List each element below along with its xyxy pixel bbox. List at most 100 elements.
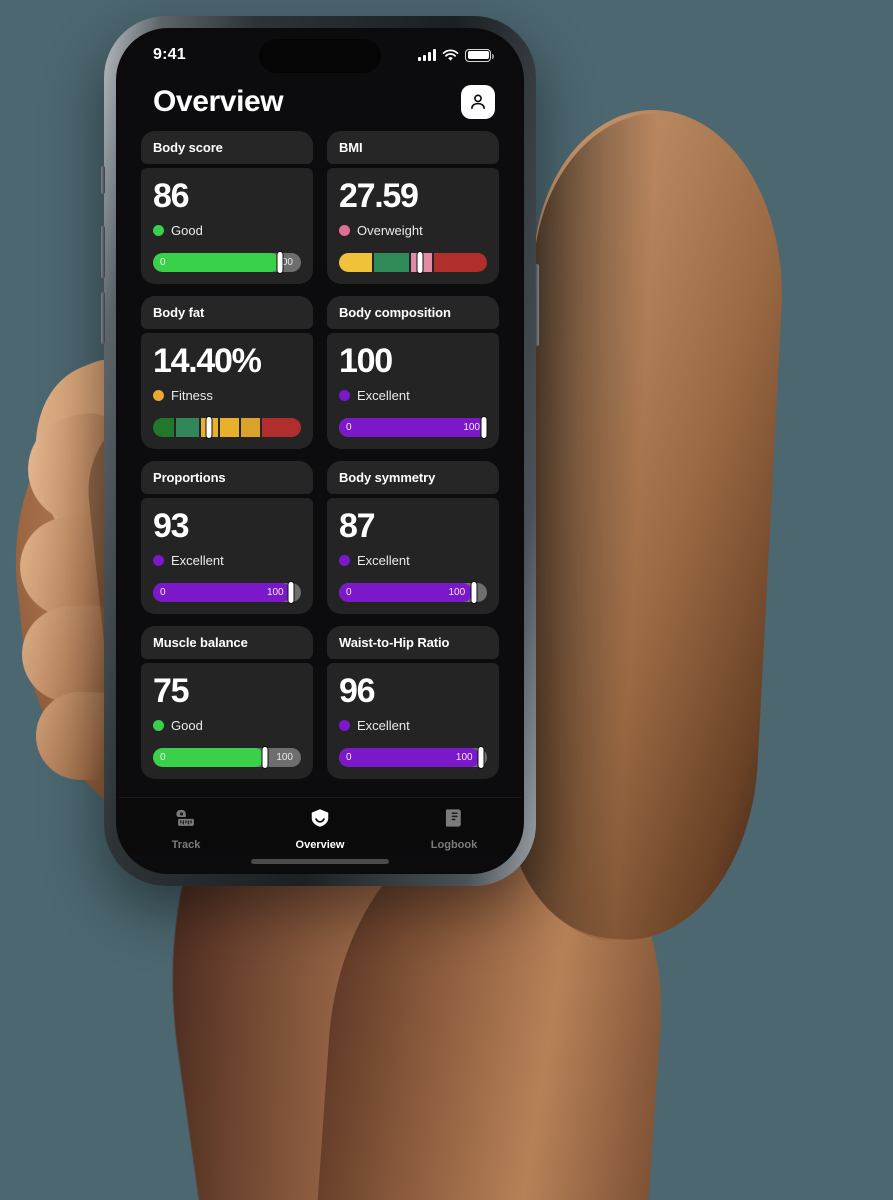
metrics-scroll-area[interactable]: Body score 86 Good 0 100 BMI 27.59 Overweight Bo… xyxy=(119,131,521,797)
status-dot-icon xyxy=(153,389,164,401)
progress-min-label: 0 xyxy=(346,587,352,598)
dynamic-island xyxy=(259,39,381,73)
progress-marker[interactable] xyxy=(276,251,284,274)
metric-card-body: 86 Good 0 100 xyxy=(141,168,313,284)
metric-progress-bar[interactable]: 0 100 xyxy=(153,581,301,604)
metric-card[interactable]: Proportions 93 Excellent 0 100 xyxy=(141,461,313,614)
metric-card[interactable]: Body composition 100 Excellent 0 100 xyxy=(327,296,499,449)
metric-card[interactable]: Waist-to-Hip Ratio 96 Excellent 0 100 xyxy=(327,626,499,779)
progress-segment xyxy=(373,253,410,272)
profile-button[interactable] xyxy=(461,85,495,119)
tab-label: Overview xyxy=(295,839,345,851)
torso-shield-icon xyxy=(309,807,331,834)
metric-progress-bar[interactable]: 0 100 xyxy=(339,746,487,769)
tab-label: Track xyxy=(171,839,201,851)
progress-fill: 0 xyxy=(153,253,281,272)
progress-marker[interactable] xyxy=(480,416,488,439)
progress-marker[interactable] xyxy=(205,416,213,439)
metric-card-body: 75 Good 0 100 xyxy=(141,663,313,779)
progress-max-label: 100 xyxy=(448,587,466,598)
status-dot-icon xyxy=(153,554,164,566)
progress-min-label: 0 xyxy=(160,587,166,598)
metric-status-row: Overweight xyxy=(339,223,487,238)
status-dot-icon xyxy=(339,224,350,236)
progress-fill: 0 100 xyxy=(339,748,480,767)
progress-marker[interactable] xyxy=(261,746,269,769)
status-bar-indicators xyxy=(418,48,494,62)
metric-card-title: Proportions xyxy=(141,461,313,494)
metric-progress-bar[interactable]: 0 100 xyxy=(339,416,488,439)
status-dot-icon xyxy=(339,719,350,731)
metric-status-row: Excellent xyxy=(339,388,487,403)
metric-progress-bar[interactable] xyxy=(153,416,301,439)
metric-card-title: Body score xyxy=(141,131,313,164)
status-dot-icon xyxy=(339,389,350,401)
wifi-icon xyxy=(442,48,459,61)
metric-status-row: Excellent xyxy=(339,718,487,733)
progress-min-label: 0 xyxy=(160,752,166,763)
metric-value: 100 xyxy=(339,342,393,380)
status-dot-icon xyxy=(153,719,164,731)
progress-marker[interactable] xyxy=(470,581,478,604)
metric-card[interactable]: Body symmetry 87 Excellent 0 100 xyxy=(327,461,499,614)
tab-overview[interactable]: Overview xyxy=(253,807,387,851)
metric-status-row: Excellent xyxy=(153,553,301,568)
book-icon xyxy=(443,807,465,834)
silent-switch[interactable] xyxy=(101,166,105,194)
metric-value: 14.40% xyxy=(153,342,262,380)
metrics-grid: Body score 86 Good 0 100 BMI 27.59 Overweight Bo… xyxy=(141,131,499,779)
metric-status-label: Good xyxy=(171,717,203,733)
metric-card[interactable]: Body score 86 Good 0 100 xyxy=(141,131,313,284)
metric-card-body: 96 Excellent 0 100 xyxy=(327,663,499,779)
progress-marker[interactable] xyxy=(477,746,485,769)
metric-card[interactable]: Muscle balance 75 Good 0 100 xyxy=(141,626,313,779)
progress-max-label: 100 xyxy=(276,752,293,763)
progress-fill: 0 xyxy=(153,748,264,767)
progress-segment xyxy=(241,418,261,437)
metric-progress-bar[interactable]: 0 100 xyxy=(339,581,487,604)
tab-track[interactable]: Track xyxy=(119,807,253,851)
tab-logbook[interactable]: Logbook xyxy=(387,807,521,851)
metric-card[interactable]: BMI 27.59 Overweight xyxy=(327,131,499,284)
progress-fill: 0 100 xyxy=(339,583,473,602)
progress-max-label: 100 xyxy=(455,752,473,763)
progress-fill: 0 100 xyxy=(153,583,291,602)
progress-marker[interactable] xyxy=(416,251,424,274)
metric-status-label: Good xyxy=(171,222,203,238)
metric-status-label: Overweight xyxy=(357,222,423,238)
metric-value: 96 xyxy=(339,672,376,710)
app-screen: 9:41 Overview Body score 86 Good 0 100 B… xyxy=(119,31,521,871)
metric-progress-bar[interactable] xyxy=(339,251,487,274)
tab-label: Logbook xyxy=(430,839,478,851)
progress-max-label: 100 xyxy=(463,422,480,433)
metric-status-label: Excellent xyxy=(357,387,410,403)
page-header: Overview xyxy=(119,79,521,131)
volume-up-button[interactable] xyxy=(101,226,105,278)
metric-value: 75 xyxy=(153,672,190,710)
metric-progress-bar[interactable]: 0 100 xyxy=(153,746,301,769)
volume-down-button[interactable] xyxy=(101,292,105,344)
metric-status-label: Fitness xyxy=(171,387,213,403)
progress-marker[interactable] xyxy=(287,581,295,604)
status-dot-icon xyxy=(339,554,350,566)
metric-card-title: BMI xyxy=(327,131,499,164)
phone-device: 9:41 Overview Body score 86 Good 0 100 B… xyxy=(101,16,539,886)
metric-card-body: 100 Excellent 0 100 xyxy=(327,333,499,449)
metric-card[interactable]: Body fat 14.40% Fitness xyxy=(141,296,313,449)
metric-card-title: Waist-to-Hip Ratio xyxy=(327,626,499,659)
power-button[interactable] xyxy=(535,264,539,346)
home-indicator[interactable] xyxy=(251,859,389,864)
progress-track: 0 100 xyxy=(153,583,301,602)
status-bar-time: 9:41 xyxy=(153,46,186,63)
metric-progress-bar[interactable]: 0 100 xyxy=(153,251,301,274)
tab-bar: Track Overview Logbook xyxy=(119,797,521,855)
metric-card-title: Body fat xyxy=(141,296,313,329)
progress-track: 0 100 xyxy=(339,418,487,437)
progress-min-label: 0 xyxy=(346,752,352,763)
page-title: Overview xyxy=(153,85,284,118)
status-dot-icon xyxy=(153,224,164,236)
progress-min-label: 0 xyxy=(346,422,352,433)
progress-track: 0 100 xyxy=(339,583,487,602)
progress-track xyxy=(339,253,487,272)
metric-status-row: Good xyxy=(153,223,301,238)
